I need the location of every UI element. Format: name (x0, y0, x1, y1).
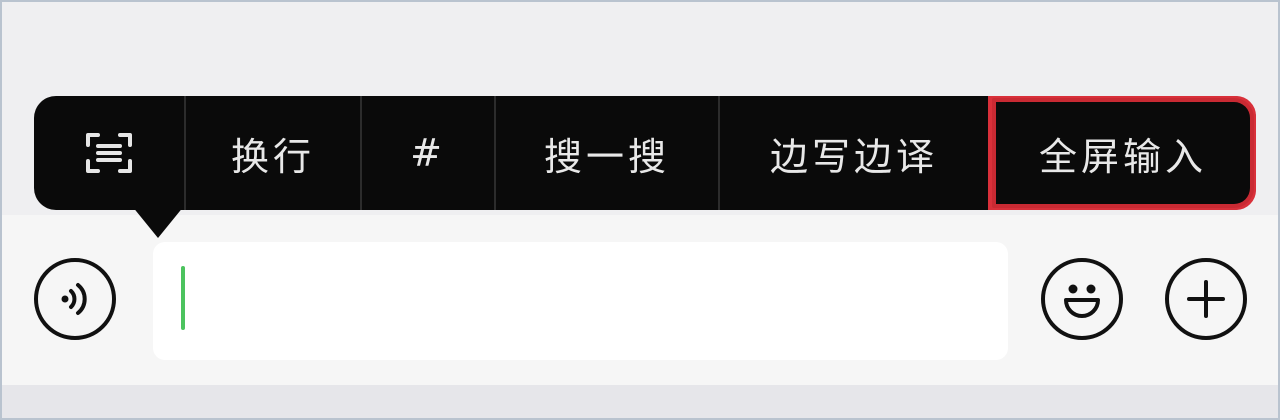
menu-item-scan[interactable] (34, 96, 184, 210)
menu-item-hashtag[interactable]: # (360, 96, 494, 210)
input-context-menu: 换行 # 搜一搜 边写边译 全屏输入 (34, 96, 1256, 210)
menu-item-translate[interactable]: 边写边译 (718, 96, 988, 210)
message-input[interactable] (153, 242, 1008, 360)
text-caret (181, 266, 185, 330)
emoji-icon (1052, 269, 1112, 329)
menu-pointer (132, 206, 184, 238)
menu-item-label: # (410, 131, 446, 175)
menu-item-label: 换行 (230, 134, 315, 179)
menu-item-search[interactable]: 搜一搜 (494, 96, 718, 210)
scan-text-icon (84, 131, 134, 175)
menu-item-label: 全屏输入 (1038, 134, 1207, 179)
plus-button[interactable] (1165, 258, 1247, 340)
menu-item-label: 边写边译 (769, 134, 938, 179)
voice-button[interactable] (34, 258, 116, 340)
menu-item-fullscreen-input[interactable]: 全屏输入 (988, 96, 1256, 210)
plus-icon (1181, 274, 1231, 324)
voice-input-icon (53, 277, 97, 321)
keyboard-edge (0, 385, 1280, 420)
menu-item-label: 搜一搜 (543, 134, 670, 179)
emoji-button[interactable] (1041, 258, 1123, 340)
menu-item-line-break[interactable]: 换行 (184, 96, 360, 210)
